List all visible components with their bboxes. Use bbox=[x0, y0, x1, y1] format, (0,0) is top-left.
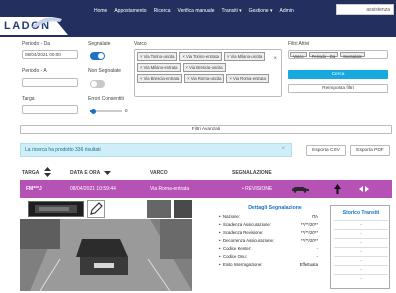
storico-row[interactable]: - bbox=[334, 265, 388, 273]
active-filter-chip: Varco bbox=[290, 52, 307, 58]
filtri-avanzati-button[interactable]: Filtri Avanzati bbox=[20, 125, 392, 134]
detail-label: Scadenza Assicurazione: bbox=[219, 222, 271, 227]
nav-verifica-manuale[interactable]: Verifica manuale bbox=[178, 8, 215, 14]
errori-slider-handle[interactable] bbox=[91, 108, 96, 114]
segnalate-label: Segnalate bbox=[88, 41, 111, 47]
varco-chip[interactable]: × Via Milano-entrata bbox=[137, 63, 181, 72]
periodo-da-input[interactable]: 08/04/2021 00:00 bbox=[22, 50, 78, 59]
detail-value: - bbox=[316, 246, 318, 251]
targa-label: Targa bbox=[22, 96, 35, 102]
varco-chip[interactable]: × Via Brescia-uscita bbox=[182, 63, 226, 72]
results-alert-text: La ricerca ha prodotto 336 risultati bbox=[25, 147, 101, 153]
storico-row[interactable]: - bbox=[334, 256, 388, 264]
transit-photo[interactable] bbox=[20, 219, 192, 291]
sort-updown-icon[interactable] bbox=[44, 167, 51, 177]
detail-label: Esito Interrogazione: bbox=[219, 262, 262, 267]
storico-row[interactable]: - bbox=[334, 220, 388, 228]
varco-chip[interactable]: × Via Milano-uscita bbox=[223, 52, 266, 61]
column-header-targa[interactable]: TARGA bbox=[22, 170, 39, 176]
nav-admin[interactable]: Admin bbox=[280, 8, 294, 14]
detail-label: Scadenza Revisione: bbox=[219, 230, 263, 235]
thumbnail-image[interactable] bbox=[174, 200, 192, 218]
varco-chip[interactable]: × Via Brescia-entrata bbox=[137, 74, 183, 83]
info-toggle-icon[interactable] bbox=[359, 184, 369, 194]
segnalate-toggle[interactable] bbox=[90, 52, 105, 60]
reimposta-filtri-button[interactable]: Reimposta filtri bbox=[288, 84, 388, 93]
varco-chip[interactable]: × Via Torino-uscita bbox=[137, 52, 178, 61]
nav-ricerca[interactable]: Ricerca bbox=[154, 8, 171, 14]
detail-value: Effettuata bbox=[299, 262, 318, 267]
detail-label: Decorrenza Assicurazione: bbox=[219, 238, 274, 243]
nav-home[interactable]: Home bbox=[94, 8, 107, 14]
arrow-up-icon bbox=[334, 184, 341, 194]
row-varco: Via Roma-entrata bbox=[150, 186, 190, 192]
errori-value: 0 bbox=[125, 108, 128, 113]
active-filter-chip: Segnalate bbox=[340, 52, 366, 58]
detail-value: ITA bbox=[311, 214, 318, 219]
varco-chip[interactable]: × Via Roma-uscita bbox=[184, 74, 225, 83]
errori-consentiti-label: Errori Consentiti bbox=[88, 96, 124, 102]
road-scene-image bbox=[20, 219, 192, 291]
storico-transiti-panel: Storico Transiti - - - - - - - bbox=[330, 205, 390, 289]
targa-input[interactable] bbox=[22, 105, 78, 114]
storico-row[interactable]: - bbox=[334, 274, 388, 282]
non-segnalate-toggle[interactable] bbox=[90, 80, 105, 88]
plate-image[interactable] bbox=[28, 201, 84, 217]
periodo-a-input[interactable] bbox=[22, 78, 78, 87]
storico-row[interactable]: - bbox=[334, 247, 388, 255]
row-data-ora: 08/04/2021 10:59:44 bbox=[70, 186, 116, 192]
detail-value: **/**/20** bbox=[300, 230, 318, 235]
export-csv-button[interactable]: Esporta CSV bbox=[306, 145, 346, 156]
logo-swoosh-icon bbox=[32, 17, 62, 28]
periodo-a-label: Periodo - A bbox=[22, 68, 47, 74]
filtri-attivi-box: Varco Periodo - Da Segnalate bbox=[288, 50, 388, 59]
edit-button[interactable] bbox=[87, 200, 105, 218]
detail-value: - bbox=[316, 254, 318, 259]
column-header-data-ora[interactable]: DATA E ORA bbox=[70, 170, 100, 176]
row-segnalazione: • REVISIONE bbox=[242, 186, 273, 192]
nav-menu: Home Appostamento Ricerca Verifica manua… bbox=[94, 8, 294, 14]
alert-close-icon[interactable]: × bbox=[281, 146, 285, 152]
periodo-da-label: Periodo - Da bbox=[22, 41, 51, 47]
table-row[interactable]: FM***J 08/04/2021 10:59:44 Via Roma-entr… bbox=[20, 180, 392, 198]
active-filter-chip: Periodo - Da bbox=[308, 52, 339, 58]
nav-appostamento[interactable]: Appostamento bbox=[114, 8, 146, 14]
dettagli-title: Dettagli Segnalazione bbox=[248, 205, 302, 211]
thumbnail-image[interactable] bbox=[147, 200, 171, 218]
nav-gestione[interactable]: Gestione ▾ bbox=[249, 8, 273, 14]
errori-slider[interactable] bbox=[90, 108, 122, 114]
storico-transiti-title: Storico Transiti bbox=[342, 210, 380, 216]
filtri-attivi-label: Filtri Attivi bbox=[288, 41, 310, 47]
detail-label: Codice Kenter: bbox=[219, 246, 252, 251]
storico-row[interactable]: - bbox=[334, 238, 388, 246]
non-segnalate-label: Non Segnalate bbox=[88, 68, 122, 74]
detail-value: **/**/20** bbox=[300, 222, 318, 227]
column-header-segnalazione[interactable]: SEGNALAZIONE bbox=[232, 170, 272, 176]
row-targa: FM***J bbox=[26, 186, 42, 192]
export-pdf-button[interactable]: Esporta PDF bbox=[350, 145, 390, 156]
detail-label: Nazione: bbox=[219, 214, 240, 219]
column-header-varco[interactable]: VARCO bbox=[150, 170, 168, 176]
detail-label: Codice Onu: bbox=[219, 254, 247, 259]
car-icon bbox=[292, 187, 309, 193]
user-menu[interactable]: assistenza bbox=[336, 4, 394, 15]
pencil-icon bbox=[90, 202, 103, 215]
sort-down-icon[interactable] bbox=[104, 171, 111, 175]
varco-label: Varco bbox=[134, 41, 147, 47]
results-alert: La ricerca ha prodotto 336 risultati × bbox=[20, 143, 292, 157]
varco-chip[interactable]: × Via Roma-entrata bbox=[226, 74, 269, 83]
varco-multiselect[interactable]: × Via Torino-uscita × Via Torino-entrata… bbox=[134, 49, 282, 97]
storico-row[interactable]: - bbox=[334, 229, 388, 237]
top-navbar: LADON Home Appostamento Ricerca Verifica… bbox=[0, 0, 396, 37]
varco-clear-icon[interactable]: × bbox=[273, 56, 277, 62]
cerca-button[interactable]: Cerca bbox=[288, 70, 388, 79]
plate-snapshot-icon bbox=[35, 205, 77, 213]
varco-chip[interactable]: × Via Torino-entrata bbox=[179, 52, 222, 61]
nav-transiti[interactable]: Transiti ▾ bbox=[222, 8, 242, 14]
detail-value: **/**/20** bbox=[300, 238, 318, 243]
